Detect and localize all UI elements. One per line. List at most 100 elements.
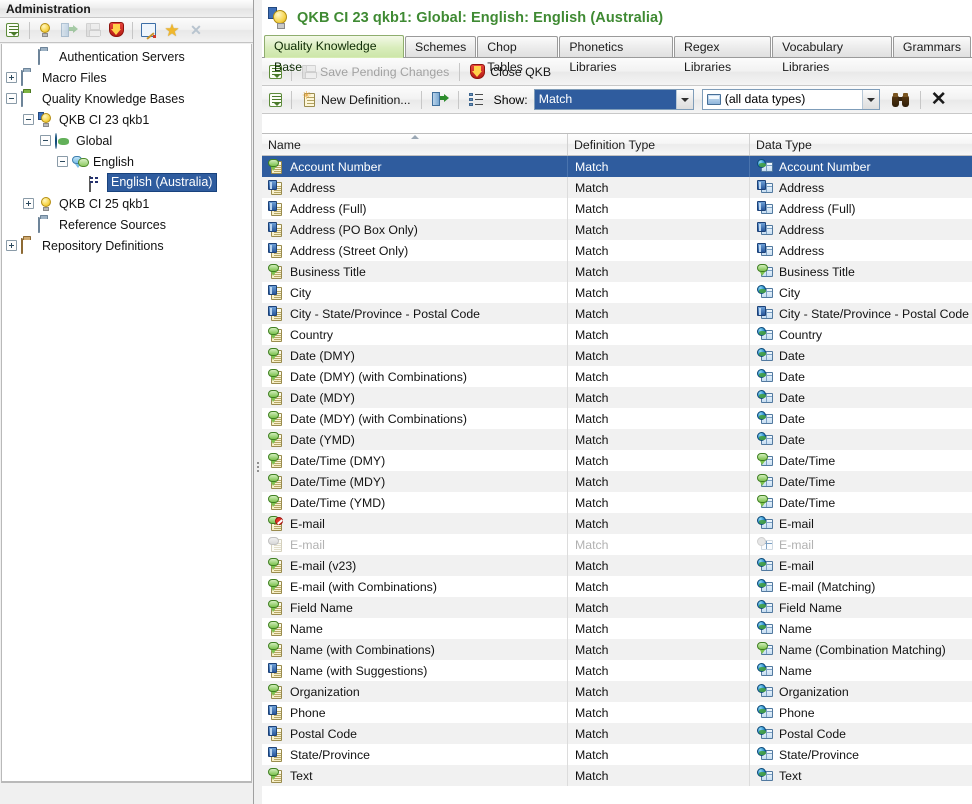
close-qkb-button[interactable] xyxy=(106,20,128,41)
table-row[interactable]: Date (YMD) Match Date xyxy=(262,429,972,450)
definition-icon xyxy=(268,284,285,301)
table-row[interactable]: Date/Time (DMY) Match Date/Time xyxy=(262,450,972,471)
table-row[interactable]: State/Province Match State/Province xyxy=(262,744,972,765)
definition-type-value: Match xyxy=(575,495,609,510)
table-row[interactable]: City Match City xyxy=(262,282,972,303)
table-row[interactable]: Date/Time (YMD) Match Date/Time xyxy=(262,492,972,513)
chevron-down-icon[interactable] xyxy=(861,90,879,109)
tree-item-repository-definitions[interactable]: Repository Definitions xyxy=(2,235,251,256)
expand-plus-icon[interactable] xyxy=(6,240,17,251)
speech-badge-icon xyxy=(268,599,279,612)
tree-item-macro-files[interactable]: Macro Files xyxy=(2,67,251,88)
table-row[interactable]: Organization Match Organization xyxy=(262,681,972,702)
tree-item-quality-knowledge-bases[interactable]: Quality Knowledge Bases xyxy=(2,88,251,109)
column-header-data-type[interactable]: Data Type xyxy=(750,134,972,155)
expand-plus-icon[interactable] xyxy=(23,198,34,209)
tree-item-qkb-ci-23-qkb1[interactable]: QKB CI 23 qkb1 xyxy=(2,109,251,130)
bulb-add-icon xyxy=(37,22,53,38)
tree-item-authentication-servers[interactable]: Authentication Servers xyxy=(2,46,251,67)
table-row[interactable]: Field Name Match Field Name xyxy=(262,597,972,618)
tab-regex-libraries[interactable]: Regex Libraries xyxy=(673,36,772,74)
definition-type-value: Match xyxy=(575,369,609,384)
tab-grammars[interactable]: Grammars xyxy=(892,36,971,57)
find-button[interactable] xyxy=(886,89,916,111)
table-row[interactable]: E-mail Match E-mail xyxy=(262,534,972,555)
clear-filter-button[interactable]: ✕ xyxy=(925,89,953,111)
collapse-minus-icon[interactable] xyxy=(23,114,34,125)
table-row[interactable]: Name Match Name xyxy=(262,618,972,639)
tree-item-qkb-ci-25-qkb1[interactable]: QKB CI 25 qkb1 xyxy=(2,193,251,214)
toolbar-menu-icon[interactable] xyxy=(266,90,284,110)
definition-type-value: Match xyxy=(575,432,609,447)
table-row[interactable]: Phone Match Phone xyxy=(262,702,972,723)
collapse-minus-icon[interactable] xyxy=(57,156,68,167)
cell-data-type: State/Province xyxy=(750,744,972,765)
collapse-minus-icon[interactable] xyxy=(6,93,17,104)
speech-badge-icon xyxy=(268,326,279,339)
chevron-down-icon[interactable] xyxy=(675,90,693,109)
definition-type-value: Match xyxy=(575,306,609,321)
favorite-button[interactable]: ★ xyxy=(161,20,183,41)
data-type-filter-combo[interactable]: (all data types) xyxy=(701,89,880,110)
table-row[interactable]: Date/Time (MDY) Match Date/Time xyxy=(262,471,972,492)
save-button[interactable] xyxy=(82,20,104,41)
table-row[interactable]: E-mail (v23) Match E-mail xyxy=(262,555,972,576)
edit-button[interactable] xyxy=(137,20,159,41)
definition-type-filter-combo[interactable]: Match xyxy=(533,89,694,110)
table-row[interactable]: Address (Full) Match Address (Full) xyxy=(262,198,972,219)
panel-splitter[interactable] xyxy=(254,0,262,804)
grid-body[interactable]: Account Number Match Account Number Address… xyxy=(262,156,972,804)
table-row[interactable]: Account Number Match Account Number xyxy=(262,156,972,177)
menu-button[interactable] xyxy=(3,20,25,41)
tab-phonetics-libraries[interactable]: Phonetics Libraries xyxy=(559,36,673,74)
open-button[interactable] xyxy=(58,20,80,41)
data-type-icon xyxy=(757,495,774,510)
cell-data-type: Field Name xyxy=(750,597,972,618)
table-row[interactable]: Date (MDY) Match Date xyxy=(262,387,972,408)
administration-tree[interactable]: Authentication Servers Macro Files Quality… xyxy=(1,44,252,782)
table-row[interactable]: Name (with Suggestions) Match Name xyxy=(262,660,972,681)
tree-item-english[interactable]: English xyxy=(2,151,251,172)
table-row[interactable]: City - State/Province - Postal Code Match… xyxy=(262,303,972,324)
collapse-minus-icon[interactable] xyxy=(40,135,51,146)
tab-schemes[interactable]: Schemes xyxy=(405,36,477,57)
tab-chop-tables[interactable]: Chop Tables xyxy=(477,36,559,74)
table-row[interactable]: Business Title Match Business Title xyxy=(262,261,972,282)
column-header-definition-type[interactable]: Definition Type xyxy=(568,134,750,155)
binoculars-icon xyxy=(891,92,910,108)
definition-type-value: Match xyxy=(575,474,609,489)
table-row[interactable]: Address Match Address xyxy=(262,177,972,198)
delete-button[interactable]: ✕ xyxy=(185,20,207,41)
column-header-name[interactable]: Name xyxy=(262,134,568,155)
table-row[interactable]: Name (with Combinations) Match Name (Combi… xyxy=(262,639,972,660)
table-row[interactable]: Postal Code Match Postal Code xyxy=(262,723,972,744)
export-button[interactable] xyxy=(426,89,454,111)
definition-icon xyxy=(268,389,285,406)
globe-badge-icon xyxy=(757,768,766,777)
tree-item-english-australia[interactable]: English (Australia) xyxy=(2,172,251,193)
table-row[interactable]: E-mail (with Combinations) Match E-mail (M… xyxy=(262,576,972,597)
cell-definition-type: Match xyxy=(568,618,750,639)
expand-plus-icon[interactable] xyxy=(6,72,17,83)
tree-item-label: Macro Files xyxy=(42,70,107,85)
data-type-value: E-mail (Matching) xyxy=(779,579,876,594)
tab-vocabulary-libraries[interactable]: Vocabulary Libraries xyxy=(772,36,892,74)
table-row[interactable]: Date (DMY) (with Combinations) Match Date xyxy=(262,366,972,387)
tab-quality-knowledge-base[interactable]: Quality Knowledge Base xyxy=(264,35,405,74)
save-pending-changes-button[interactable]: Save Pending Changes xyxy=(296,61,455,83)
table-row[interactable]: E-mail Match E-mail xyxy=(262,513,972,534)
globe-badge-icon xyxy=(757,621,766,630)
tree-item-reference-sources[interactable]: Reference Sources xyxy=(2,214,251,235)
save-icon xyxy=(302,64,317,79)
new-qkb-button[interactable] xyxy=(34,20,56,41)
tree-item-global[interactable]: Global xyxy=(2,130,251,151)
table-row[interactable]: Date (MDY) (with Combinations) Match Date xyxy=(262,408,972,429)
table-row[interactable]: Text Match Text xyxy=(262,765,972,786)
table-row[interactable]: Address (Street Only) Match Address xyxy=(262,240,972,261)
table-row[interactable]: Country Match Country xyxy=(262,324,972,345)
table-row[interactable]: Date (DMY) Match Date xyxy=(262,345,972,366)
properties-button[interactable] xyxy=(463,89,490,111)
table-row[interactable]: Address (PO Box Only) Match Address xyxy=(262,219,972,240)
splitter-grip[interactable] xyxy=(256,460,260,478)
new-definition-button[interactable]: ✳ New Definition... xyxy=(296,89,417,111)
